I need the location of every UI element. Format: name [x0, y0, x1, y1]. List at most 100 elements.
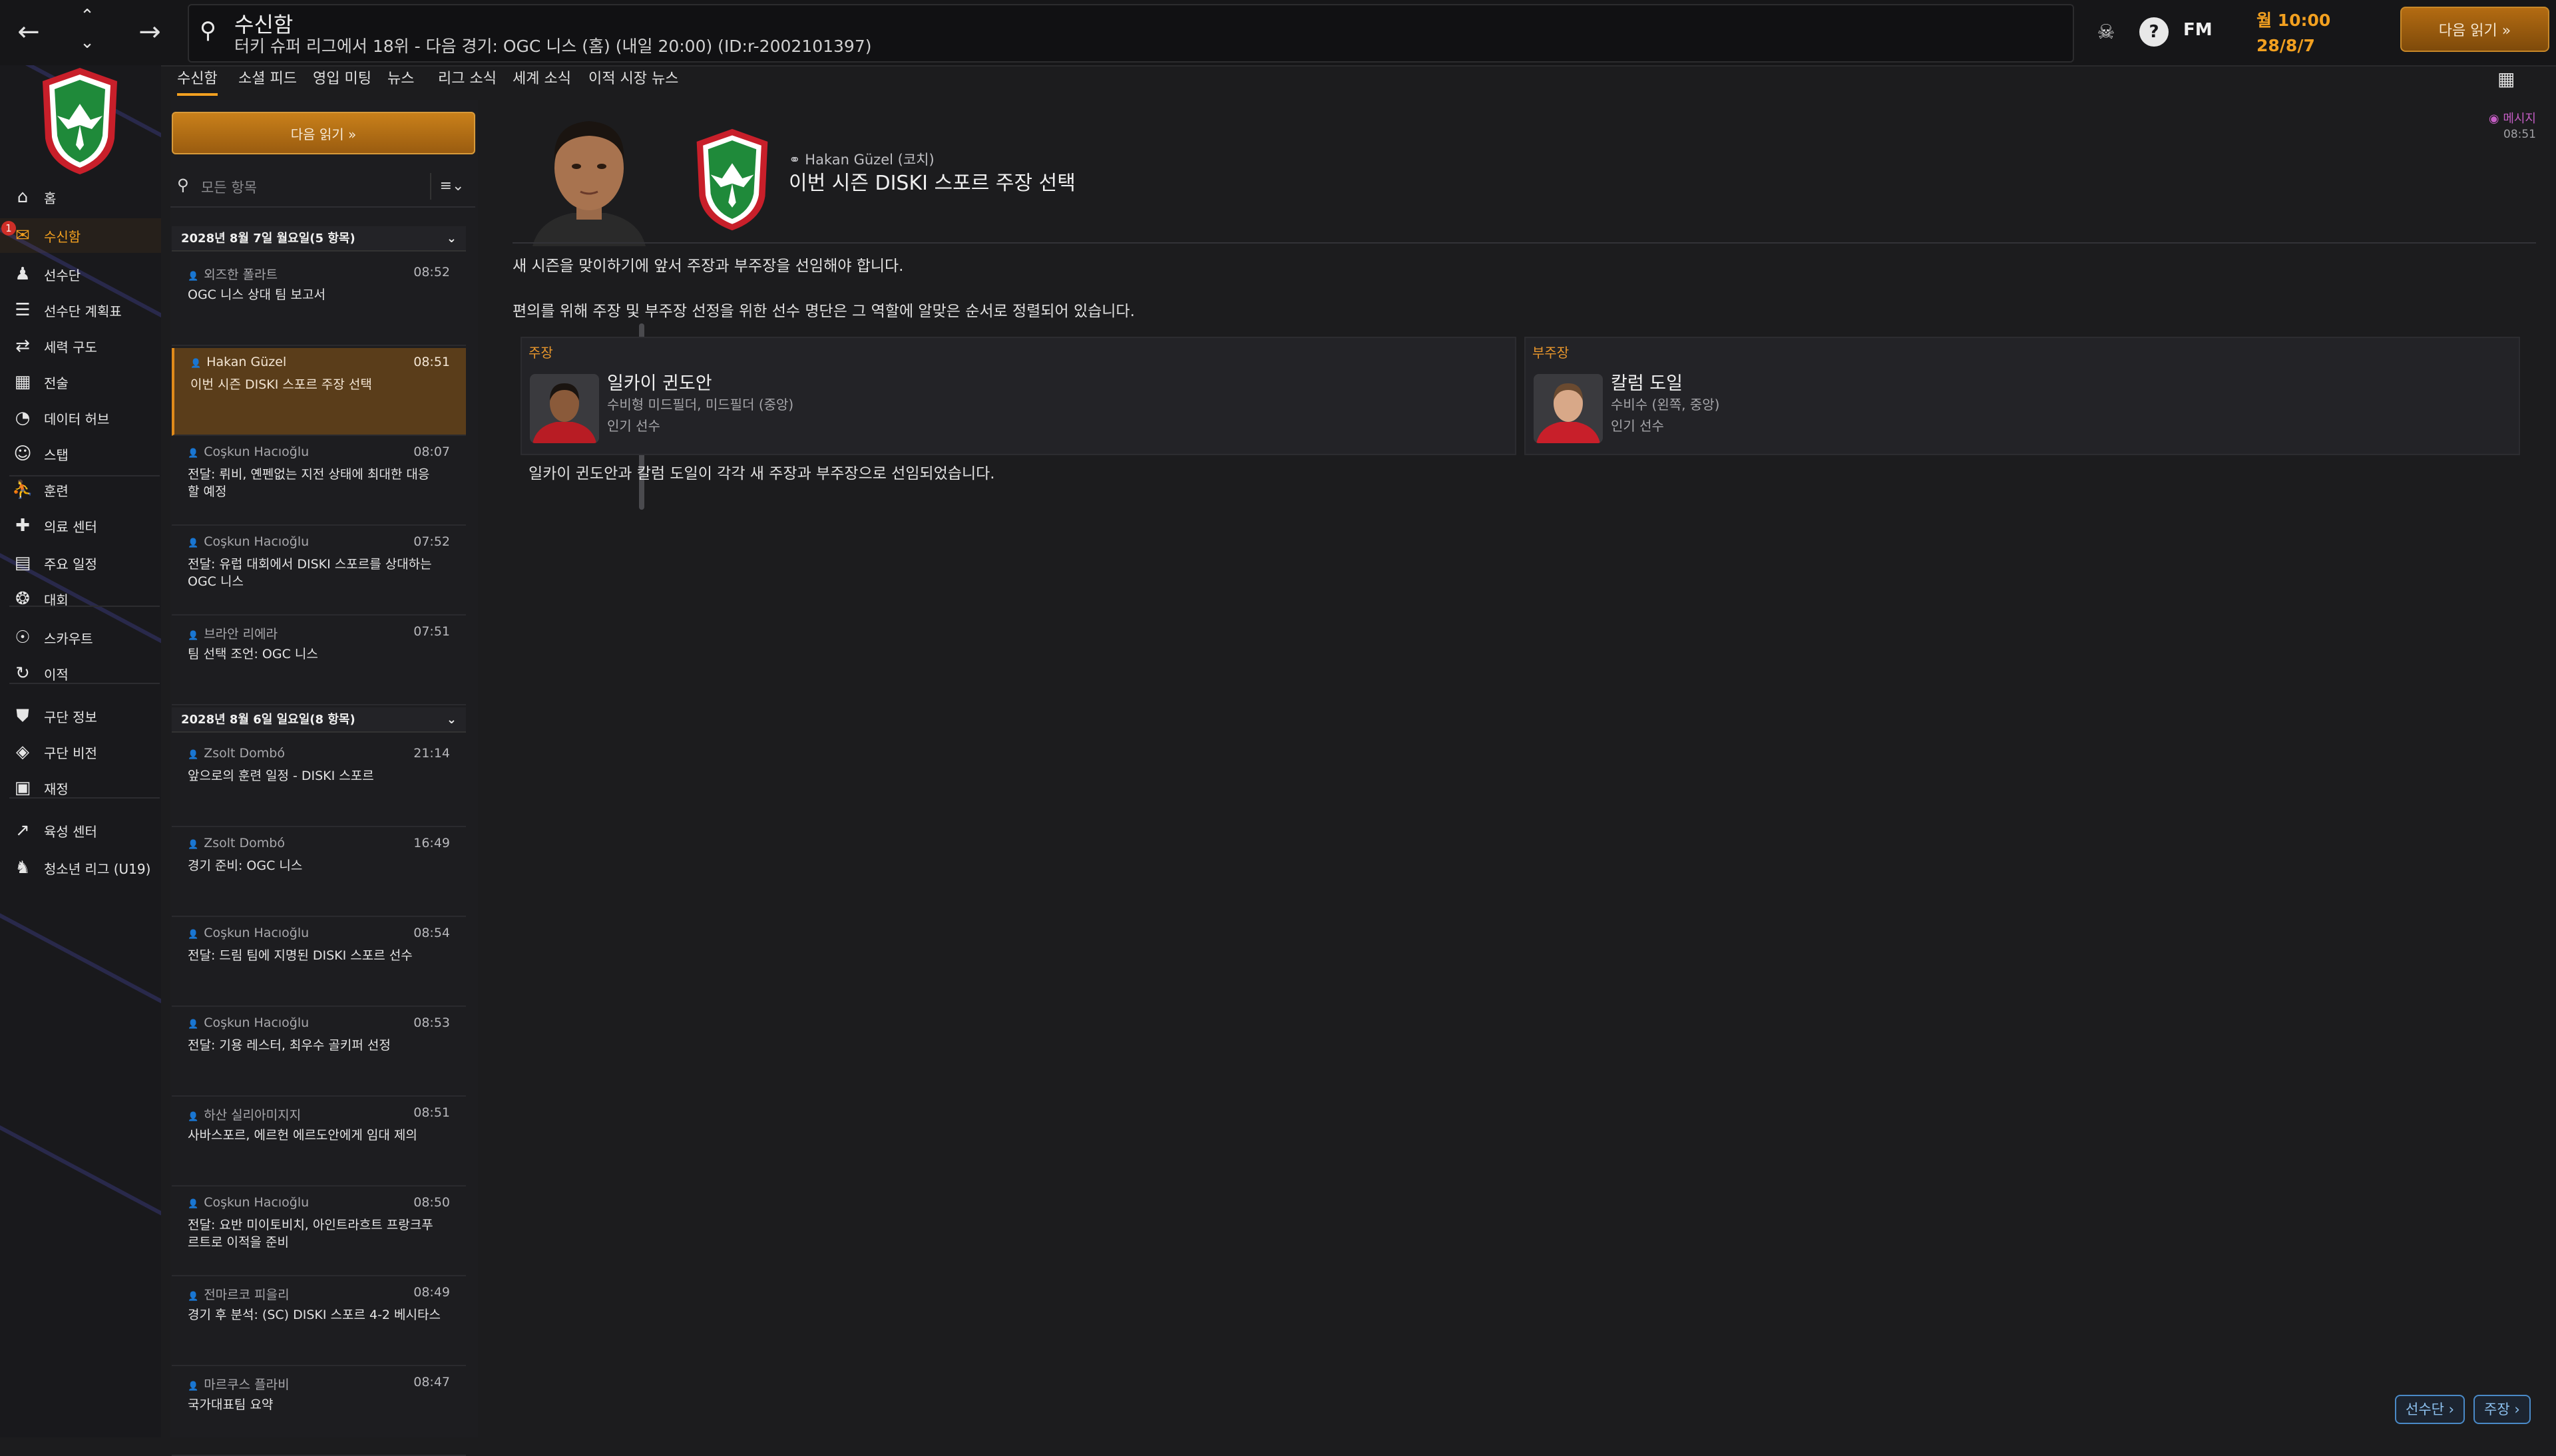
message-time: 08:49: [413, 1285, 450, 1300]
chevron-up-icon[interactable]: ⌃: [64, 3, 110, 29]
divider: [513, 242, 2536, 244]
sidebar-item-label: 스탭: [44, 447, 69, 463]
tab-news[interactable]: 뉴스: [387, 65, 414, 93]
help-icon[interactable]: ?: [2139, 17, 2169, 47]
sidebar-item[interactable]: ◔ 데이터 허브: [0, 401, 161, 435]
skull-icon[interactable]: ☠: [2091, 17, 2121, 47]
sidebar-item-label: 데이터 허브: [44, 411, 110, 427]
filter-menu-icon[interactable]: ≡⌄: [430, 173, 473, 200]
captain-card[interactable]: 주장 일카이 귄도안 수비형 미드필더, 미드필더 (중앙) 인기 선수: [521, 337, 1516, 455]
inbox-message[interactable]: Hakan Güzel 08:51 이번 시즌 DISKI 스포르 주장 선택: [172, 348, 466, 436]
forward-arrow-icon[interactable]: →: [126, 12, 173, 52]
inbox-message[interactable]: 하산 실리아미지지 08:51 사바스포르, 에르헌 에르도안에게 임대 제의: [172, 1099, 466, 1186]
sidebar-divider: [9, 683, 160, 684]
message-tag: ◉ 메시지: [2488, 112, 2536, 126]
development-icon: ↗: [15, 820, 30, 840]
filter-input[interactable]: 모든 항목: [201, 177, 257, 197]
message-from: Hakan Güzel: [190, 355, 286, 369]
tab-world-news[interactable]: 세계 소식: [513, 65, 571, 93]
sidebar-item[interactable]: ⌂ 홈: [0, 180, 161, 214]
sidebar-item[interactable]: ▦ 전술: [0, 365, 161, 399]
inbox-message[interactable]: 전마르코 피을리 08:49 경기 후 분석: (SC) DISKI 스포르 4-2…: [172, 1278, 466, 1366]
tab-inbox[interactable]: 수신함: [177, 65, 218, 96]
vice-captain-name[interactable]: 칼럼 도일: [1611, 369, 1683, 395]
sidebar-item-label: 선수단 계획표: [44, 303, 122, 319]
captain-button[interactable]: 주장 ›: [2473, 1395, 2531, 1424]
inbox-message[interactable]: 브라안 리에라 07:51 팀 선택 조언: OGC 니스: [172, 618, 466, 705]
sidebar-item[interactable]: ▣ 재정: [0, 771, 161, 805]
sidebar-item[interactable]: ✉ 수신함: [0, 218, 161, 253]
club-info-icon: ⛊: [16, 705, 29, 726]
tab-recruitment-meeting[interactable]: 영입 미팅: [313, 65, 371, 93]
page-subtitle: 터키 슈퍼 리그에서 18위 - 다음 경기: OGC 니스 (홈) (내일 2…: [234, 37, 872, 56]
fm-logo[interactable]: FM: [2183, 20, 2213, 40]
sidebar-divider: [9, 606, 160, 607]
sidebar-item[interactable]: ♟ 선수단: [0, 257, 161, 291]
club-crest-logo[interactable]: [39, 65, 121, 177]
inbox-message[interactable]: 외즈한 폴라트 08:52 OGC 니스 상대 팀 보고서: [172, 258, 466, 346]
screen-layout-icon[interactable]: ▦: [2497, 68, 2515, 90]
message-from: 하산 실리아미지지: [188, 1105, 301, 1123]
vice-captain-card[interactable]: 부주장 칼럼 도일 수비수 (왼쪽, 중앙) 인기 선수: [1524, 337, 2520, 455]
finance-icon: ▣: [14, 778, 31, 798]
inbox-message[interactable]: Coşkun Hacıoğlu 08:50 전달: 요반 미이토비치, 아인트라흐트…: [172, 1188, 466, 1276]
planner-icon: ☰: [15, 300, 31, 320]
sidebar-item[interactable]: ☺ 스탭: [0, 437, 161, 471]
inbox-message[interactable]: Coşkun Hacıoğlu 08:53 전달: 기용 레스터, 최우수 골키퍼 …: [172, 1009, 466, 1097]
message-conclusion: 일카이 귄도안과 칼럼 도일이 각각 새 주장과 부주장으로 선임되었습니다.: [529, 465, 995, 482]
inbox-message[interactable]: Zsolt Dombó 16:49 경기 준비: OGC 니스: [172, 829, 466, 917]
club-badge-logo: [696, 128, 768, 231]
inbox-message[interactable]: 마르쿠스 플라비 08:47 국가대표팀 요약: [172, 1368, 466, 1456]
scout-icon: ☉: [15, 628, 31, 647]
sidebar-item[interactable]: ⇄ 세력 구도: [0, 329, 161, 363]
sidebar-item-label: 이적: [44, 666, 69, 683]
inbox-message[interactable]: Zsolt Dombó 21:14 앞으로의 훈련 일정 - DISKI 스포르: [172, 739, 466, 827]
tactics-icon: ▦: [14, 372, 31, 392]
sender-avatar: [532, 121, 646, 246]
message-subject: 경기 준비: OGC 니스: [188, 858, 303, 873]
sidebar-item-label: 청소년 리그 (U19): [44, 860, 151, 877]
sidebar-item[interactable]: ⛊ 구단 정보: [0, 699, 161, 733]
message-time: 08:50: [413, 1195, 450, 1210]
sidebar-item[interactable]: ☉ 스카우트: [0, 620, 161, 655]
date-group-header[interactable]: 2028년 8월 6일 일요일(8 항목) ⌄: [172, 707, 466, 733]
date-group-header[interactable]: 2028년 8월 7일 월요일(5 항목) ⌄: [172, 226, 466, 252]
date-group-label: 2028년 8월 6일 일요일(8 항목): [181, 713, 355, 727]
message-time: 08:53: [413, 1015, 450, 1030]
message-subject: 팀 선택 조언: OGC 니스: [188, 647, 318, 661]
inbox-message[interactable]: Coşkun Hacıoğlu 08:54전달: 드림 팀에 지명된 DISKI …: [172, 919, 466, 1007]
sidebar-item-label: 의료 센터: [44, 518, 97, 535]
tab-transfer-news[interactable]: 이적 시장 뉴스: [588, 65, 678, 93]
sidebar-item-label: 재정: [44, 781, 69, 797]
sidebar-item-label: 세력 구도: [44, 339, 97, 355]
schedule-icon: ▤: [14, 553, 31, 573]
sidebar-item[interactable]: ❂ 대회: [0, 582, 161, 616]
sidebar-item[interactable]: ♞ 청소년 리그 (U19): [0, 850, 161, 885]
search-bar[interactable]: ⚲ 수신함 터키 슈퍼 리그에서 18위 - 다음 경기: OGC 니스 (홈)…: [188, 4, 2074, 63]
sidebar-item[interactable]: ⛹ 훈련: [0, 472, 161, 507]
tab-league-news[interactable]: 리그 소식: [438, 65, 497, 93]
sidebar-item[interactable]: ▤ 주요 일정: [0, 546, 161, 580]
message-from: Zsolt Dombó: [188, 746, 285, 761]
squad-button[interactable]: 선수단 ›: [2395, 1395, 2465, 1424]
message-time: 16:49: [413, 836, 450, 850]
captain-tag: 인기 선수: [607, 418, 660, 434]
back-arrow-icon[interactable]: ←: [5, 12, 52, 52]
training-icon: ⛹: [11, 480, 34, 500]
tab-social-feed[interactable]: 소셜 피드: [238, 65, 297, 93]
filter-bar: ⚲ 모든 항목 ≡⌄: [170, 166, 475, 208]
continue-button[interactable]: 다음 읽기 »: [2400, 7, 2549, 52]
inbox-message[interactable]: Coşkun Hacıoğlu 08:07 전달: 뤼비, 옌펜없는 지전 상태에 …: [172, 438, 466, 526]
inbox-message[interactable]: Coşkun Hacıoğlu 07:52 전달: 유럽 대회에서 DISKI 스포…: [172, 528, 466, 616]
decorative-stripe: [0, 1034, 161, 1256]
sidebar-item[interactable]: ↗ 육성 센터: [0, 813, 161, 848]
sidebar-item-label: 홈: [44, 190, 57, 206]
chevron-down-icon[interactable]: ⌄: [64, 29, 110, 56]
sidebar-item[interactable]: ↻ 이적: [0, 656, 161, 691]
sidebar-item[interactable]: ✚ 의료 센터: [0, 508, 161, 543]
sidebar-item[interactable]: ☰ 선수단 계획표: [0, 293, 161, 327]
message-subject: OGC 니스 상대 팀 보고서: [188, 287, 325, 302]
inbox-continue-button[interactable]: 다음 읽기 »: [172, 112, 475, 154]
captain-name[interactable]: 일카이 귄도안: [607, 369, 712, 395]
sidebar-item[interactable]: ◈ 구단 비전: [0, 735, 161, 769]
